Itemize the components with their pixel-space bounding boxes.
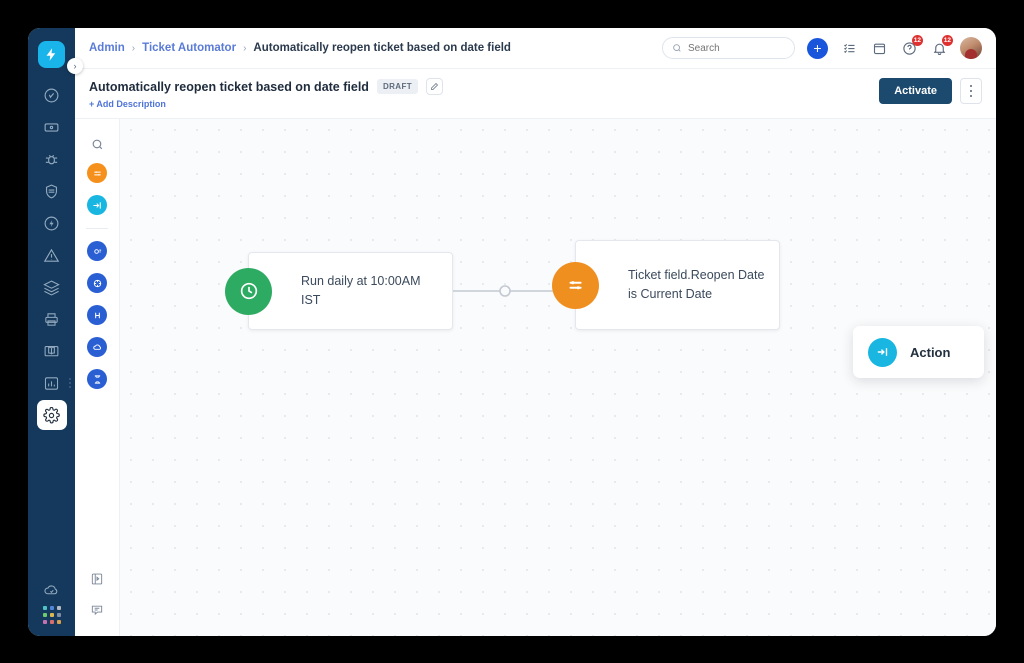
editor-body: Run daily at 10:00AM IST Ticket field.Re… — [75, 119, 996, 636]
app-grid-icon[interactable] — [43, 606, 61, 624]
primary-nav-rail: › — [28, 28, 75, 636]
create-button[interactable]: + — [807, 38, 828, 59]
more-vertical-icon[interactable] — [960, 78, 982, 104]
palette-node-connector[interactable] — [87, 305, 107, 325]
flow-node-trigger[interactable]: Run daily at 10:00AM IST — [248, 252, 453, 330]
breadcrumb-item-admin[interactable]: Admin — [89, 42, 125, 54]
breadcrumb-item-ticket-automator[interactable]: Ticket Automator — [142, 42, 236, 54]
condition-icon — [552, 262, 599, 309]
palette-search-icon[interactable] — [84, 131, 110, 157]
flow-node-condition[interactable]: Ticket field.Reopen Date is Current Date — [575, 240, 780, 330]
page-header: Automatically reopen ticket based on dat… — [75, 69, 996, 119]
notification-badge: 12 — [942, 35, 953, 46]
palette-node-ticket-field[interactable] — [87, 241, 107, 261]
bell-icon[interactable]: 12 — [930, 39, 948, 57]
flow-node-trigger-label: Run daily at 10:00AM IST — [249, 272, 452, 311]
sidebar-item-knowledge-base[interactable] — [37, 336, 67, 366]
main-area: Admin › Ticket Automator › Automatically… — [75, 28, 996, 636]
sidebar-item-dashboard[interactable] — [37, 80, 67, 110]
help-circle-icon[interactable]: 12 — [900, 39, 918, 57]
avatar[interactable] — [960, 37, 982, 59]
top-bar-actions: + 12 12 — [662, 37, 982, 59]
sidebar-item-releases[interactable] — [37, 208, 67, 238]
sidebar-item-alerts[interactable] — [37, 240, 67, 270]
page-header-left: Automatically reopen ticket based on dat… — [89, 78, 443, 109]
condition-text-line-1: Ticket field.Reopen Date — [628, 268, 764, 282]
page-header-actions: Activate — [879, 78, 982, 104]
sidebar-item-analytics[interactable] — [37, 368, 67, 398]
action-card-label: Action — [910, 345, 950, 360]
status-badge: DRAFT — [377, 79, 418, 94]
chat-bubble-icon[interactable] — [90, 603, 104, 622]
sidebar-item-problems[interactable] — [37, 144, 67, 174]
action-card[interactable]: Action — [853, 326, 984, 378]
breadcrumb-separator: › — [132, 43, 135, 54]
search-input[interactable] — [688, 43, 785, 54]
palette-node-web-request[interactable] — [87, 273, 107, 293]
palette-bottom — [90, 572, 104, 636]
workflow-canvas[interactable]: Run daily at 10:00AM IST Ticket field.Re… — [120, 119, 996, 636]
sidebar-item-tickets[interactable] — [37, 112, 67, 142]
page-title: Automatically reopen ticket based on dat… — [89, 80, 369, 94]
action-arrow-icon — [868, 338, 897, 367]
search-box[interactable] — [662, 37, 795, 59]
palette-node-wait[interactable] — [87, 369, 107, 389]
guide-book-icon[interactable] — [90, 572, 104, 591]
breadcrumb-item-current: Automatically reopen ticket based on dat… — [253, 42, 511, 54]
search-icon — [672, 43, 682, 53]
breadcrumb-separator: › — [243, 43, 246, 54]
palette-node-cloud-action[interactable] — [87, 337, 107, 357]
palette-node-action[interactable] — [87, 195, 107, 215]
task-list-icon[interactable] — [840, 39, 858, 57]
sidebar-item-assets[interactable] — [37, 272, 67, 302]
condition-text-line-2: is Current Date — [628, 287, 712, 301]
breadcrumb: Admin › Ticket Automator › Automatically… — [89, 42, 511, 54]
clock-icon — [225, 268, 272, 315]
page-title-row: Automatically reopen ticket based on dat… — [89, 78, 443, 95]
rail-drag-handle — [69, 378, 71, 388]
chevron-right-icon[interactable]: › — [67, 58, 83, 74]
palette-divider — [86, 228, 108, 229]
sidebar-item-cloud[interactable] — [37, 574, 67, 604]
palette-node-condition[interactable] — [87, 163, 107, 183]
calendar-icon[interactable] — [870, 39, 888, 57]
app-window: › Admin › Ticket Automator › Automatical… — [28, 28, 996, 636]
node-palette — [75, 119, 120, 636]
pencil-icon[interactable] — [426, 78, 443, 95]
lightning-bolt-logo[interactable] — [38, 41, 65, 68]
sidebar-item-changes[interactable] — [37, 176, 67, 206]
activate-button[interactable]: Activate — [879, 78, 952, 104]
flow-node-condition-label: Ticket field.Reopen Date is Current Date — [576, 266, 778, 305]
add-description-link[interactable]: + Add Description — [89, 99, 443, 109]
sidebar-item-admin[interactable] — [37, 400, 67, 430]
help-badge: 12 — [912, 35, 923, 46]
sidebar-item-solutions[interactable] — [37, 304, 67, 334]
top-bar: Admin › Ticket Automator › Automatically… — [75, 28, 996, 69]
